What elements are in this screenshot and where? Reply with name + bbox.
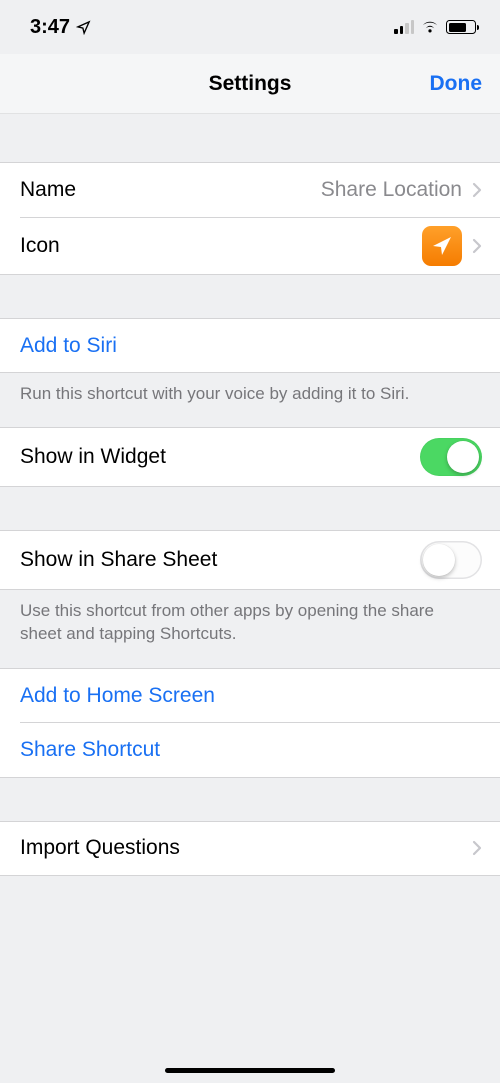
siri-footer: Run this shortcut with your voice by add…	[0, 373, 500, 406]
group-siri: Add to Siri	[0, 318, 500, 373]
show-in-widget-label: Show in Widget	[20, 445, 166, 469]
status-time-wrap: 3:47	[30, 16, 91, 39]
navigation-arrow-icon	[430, 234, 454, 258]
group-import: Import Questions	[0, 821, 500, 876]
sharesheet-footer: Use this shortcut from other apps by ope…	[0, 590, 500, 646]
show-in-widget-toggle[interactable]	[420, 438, 482, 476]
show-in-widget-row: Show in Widget	[0, 427, 500, 487]
page-title: Settings	[209, 72, 292, 96]
chevron-right-icon	[472, 840, 482, 856]
group-sharesheet: Show in Share Sheet	[0, 530, 500, 590]
import-questions-row[interactable]: Import Questions	[0, 821, 500, 876]
status-bar: 3:47	[0, 0, 500, 54]
add-to-home-screen-row[interactable]: Add to Home Screen	[0, 668, 500, 723]
add-to-siri-label: Add to Siri	[20, 334, 117, 358]
group-widget: Show in Widget	[0, 427, 500, 487]
import-questions-label: Import Questions	[20, 836, 180, 860]
show-in-share-sheet-row: Show in Share Sheet	[0, 530, 500, 590]
status-right	[394, 20, 476, 34]
show-in-share-sheet-toggle[interactable]	[420, 541, 482, 579]
name-label: Name	[20, 178, 76, 202]
group-identity: Name Share Location Icon	[0, 162, 500, 275]
home-indicator[interactable]	[165, 1068, 335, 1073]
location-icon	[76, 20, 91, 35]
icon-label: Icon	[20, 234, 60, 258]
share-shortcut-row[interactable]: Share Shortcut	[0, 723, 500, 778]
icon-row[interactable]: Icon	[0, 217, 500, 275]
chevron-right-icon	[472, 182, 482, 198]
wifi-icon	[420, 20, 440, 34]
status-time: 3:47	[30, 16, 70, 39]
group-actions: Add to Home Screen Share Shortcut	[0, 668, 500, 778]
name-value: Share Location	[321, 178, 462, 202]
share-shortcut-label: Share Shortcut	[20, 738, 160, 762]
nav-bar: Settings Done	[0, 54, 500, 114]
cellular-icon	[394, 20, 414, 34]
chevron-right-icon	[472, 238, 482, 254]
shortcut-icon-tile	[422, 226, 462, 266]
show-in-share-sheet-label: Show in Share Sheet	[20, 548, 217, 572]
done-button[interactable]: Done	[430, 72, 483, 96]
add-to-siri-row[interactable]: Add to Siri	[0, 318, 500, 373]
battery-icon	[446, 20, 476, 34]
name-row[interactable]: Name Share Location	[0, 162, 500, 217]
add-to-home-screen-label: Add to Home Screen	[20, 684, 215, 708]
